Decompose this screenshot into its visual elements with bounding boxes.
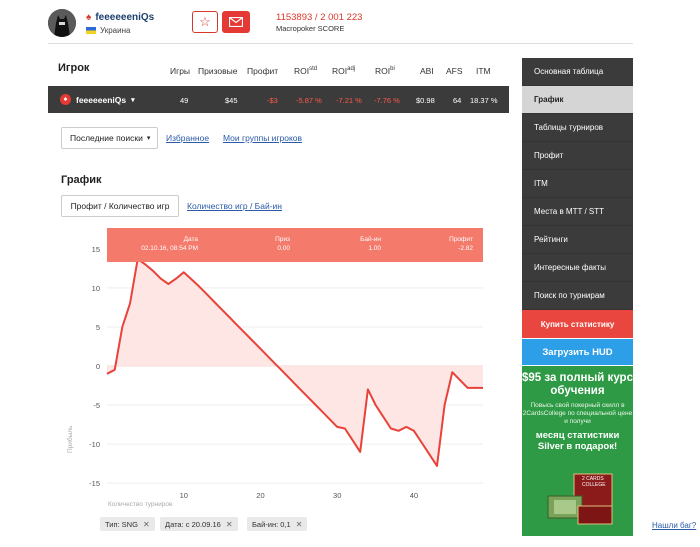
x-tick-label: 10 [180, 491, 188, 500]
close-icon[interactable]: ✕ [143, 520, 150, 529]
cell-abi: $0.98 [416, 96, 435, 105]
tooltip-buyin-value: 1.00 [368, 245, 381, 252]
player-row-name[interactable]: ♠ feeeeeeniQs ▾ [60, 94, 135, 105]
sidebar-item-tournament-tables[interactable]: Таблицы турниров [522, 114, 633, 142]
header-divider [48, 43, 633, 44]
close-icon[interactable]: ✕ [296, 520, 303, 529]
col-player: Игрок [58, 62, 90, 74]
ad-headline: $95 за полный курс обучения [522, 372, 633, 397]
y-tick-label: 10 [92, 284, 100, 293]
y-axis-ticks: 15 10 5 0 -5 -10 -15 [89, 245, 100, 488]
x-tick-label: 20 [256, 491, 264, 500]
sidebar-menu: Основная таблица График Таблицы турниров… [522, 58, 633, 310]
tooltip-date-value: 02.10.16, 08:54 PM [141, 245, 198, 252]
tab-profit-games[interactable]: Профит / Количество игр [61, 195, 179, 217]
chevron-down-icon: ▾ [131, 96, 135, 104]
chart-area-fill [107, 259, 483, 466]
cell-itm: 18.37 % [470, 96, 498, 105]
col-profit[interactable]: Профит [247, 66, 278, 76]
envelope-icon [229, 17, 243, 27]
col-abi[interactable]: ABI [420, 66, 434, 76]
username[interactable]: feeeeeeniQs [95, 12, 154, 23]
cell-roi-std: -5.87 % [296, 96, 322, 105]
sidebar-item-profit[interactable]: Профит [522, 142, 633, 170]
pokerstars-icon: ♠ [60, 94, 71, 105]
col-itm[interactable]: ITM [476, 66, 491, 76]
cell-roi-adj: -7.21 % [336, 96, 362, 105]
filter-tag-buyin[interactable]: Бай-ин: 0,1 ✕ [247, 517, 308, 531]
x-axis-ticks: 10 20 30 40 [180, 491, 419, 500]
cell-profit: -$3 [267, 96, 278, 105]
favorites-link[interactable]: Избранное [166, 133, 209, 143]
x-tick-label: 30 [333, 491, 341, 500]
tooltip-date-label: Дата [184, 236, 199, 243]
tooltip-profit-label: Профит [449, 236, 473, 243]
y-tick-label: 15 [92, 245, 100, 254]
col-afs[interactable]: AFS [446, 66, 463, 76]
y-tick-label: -15 [89, 479, 100, 488]
cell-games: 49 [180, 96, 189, 105]
star-icon: ☆ [199, 14, 211, 29]
avatar[interactable] [48, 9, 76, 37]
tooltip-buyin-label: Бай-ин [360, 235, 381, 243]
report-bug-link[interactable]: Нашли баг? [652, 521, 696, 530]
flag-ukraine-icon [86, 27, 96, 34]
my-groups-link[interactable]: Мои группы игроков [223, 133, 302, 143]
tooltip-prize-value: 0.00 [277, 245, 290, 252]
filter-tag-date[interactable]: Дата: с 20.09.16 ✕ [160, 517, 238, 531]
col-roi-std[interactable]: ROIstd [294, 66, 317, 76]
score-label: Macropoker SCORE [276, 24, 345, 33]
pokerstars-icon: ♠ [86, 11, 92, 23]
sidebar-item-tournament-search[interactable]: Поиск по турнирам [522, 282, 633, 310]
tab-games-buyin[interactable]: Количество игр / Бай-ин [187, 201, 282, 211]
profit-chart: 15 10 5 0 -5 -10 -15 10 20 30 40 Прибыль Количест… [66, 228, 483, 508]
y-tick-label: 5 [96, 323, 100, 332]
country-name: Украина [100, 26, 131, 35]
username-row: ♠ feeeeeeniQs [86, 12, 154, 23]
chevron-down-icon: ▾ [146, 135, 151, 142]
ad-main-text: месяц статистики Silver в подарок! [535, 430, 620, 452]
cell-roi-bi: -7.76 % [374, 96, 400, 105]
filter-tag-type[interactable]: Тип: SNG ✕ [100, 517, 155, 531]
x-axis-label: Количество турниров [108, 501, 173, 508]
y-tick-label: -10 [89, 440, 100, 449]
sidebar-item-main-table[interactable]: Основная таблица [522, 58, 633, 86]
y-tick-label: -5 [93, 401, 100, 410]
close-icon[interactable]: ✕ [226, 520, 233, 529]
col-prize[interactable]: Призовые [198, 66, 237, 76]
cell-afs: 64 [453, 96, 462, 105]
y-tick-label: 0 [96, 362, 100, 371]
tooltip-prize-label: Приз [275, 236, 290, 243]
ad-brand: 2 CARDS COLLEGE [582, 476, 606, 488]
add-favorite-button[interactable]: ☆ [192, 11, 218, 33]
tooltip-profit-value: -2.82 [458, 245, 473, 252]
sidebar-item-itm[interactable]: ITM [522, 170, 633, 198]
send-message-button[interactable] [222, 11, 250, 33]
sidebar-item-ratings[interactable]: Рейтинги [522, 226, 633, 254]
sidebar-item-places[interactable]: Места в MTT / STT [522, 198, 633, 226]
col-roi-adj[interactable]: ROIadj [332, 66, 355, 76]
col-roi-bi[interactable]: ROIbi [375, 66, 395, 76]
sidebar-item-facts[interactable]: Интересные факты [522, 254, 633, 282]
country-row: Украина [86, 26, 130, 35]
cell-prize: $45 [225, 96, 238, 105]
graph-title: График [61, 174, 102, 186]
x-tick-label: 40 [410, 491, 418, 500]
y-axis-label: Прибыль [66, 425, 74, 453]
load-hud-button[interactable]: Загрузить HUD [522, 339, 633, 365]
buy-stats-button[interactable]: Купить статистику [522, 310, 633, 338]
sidebar-item-graph[interactable]: График [522, 86, 633, 114]
col-games[interactable]: Игры [170, 66, 190, 76]
ad-banner[interactable]: $95 за полный курс обучения Повысь свой … [522, 366, 633, 536]
recent-searches-select[interactable]: Последние поиски ▾ [61, 127, 158, 149]
ad-subtext: Повысь свой покерный скилл в 2CardsColle… [522, 402, 633, 425]
score-value: 1153893 / 2 001 223 [276, 12, 363, 23]
